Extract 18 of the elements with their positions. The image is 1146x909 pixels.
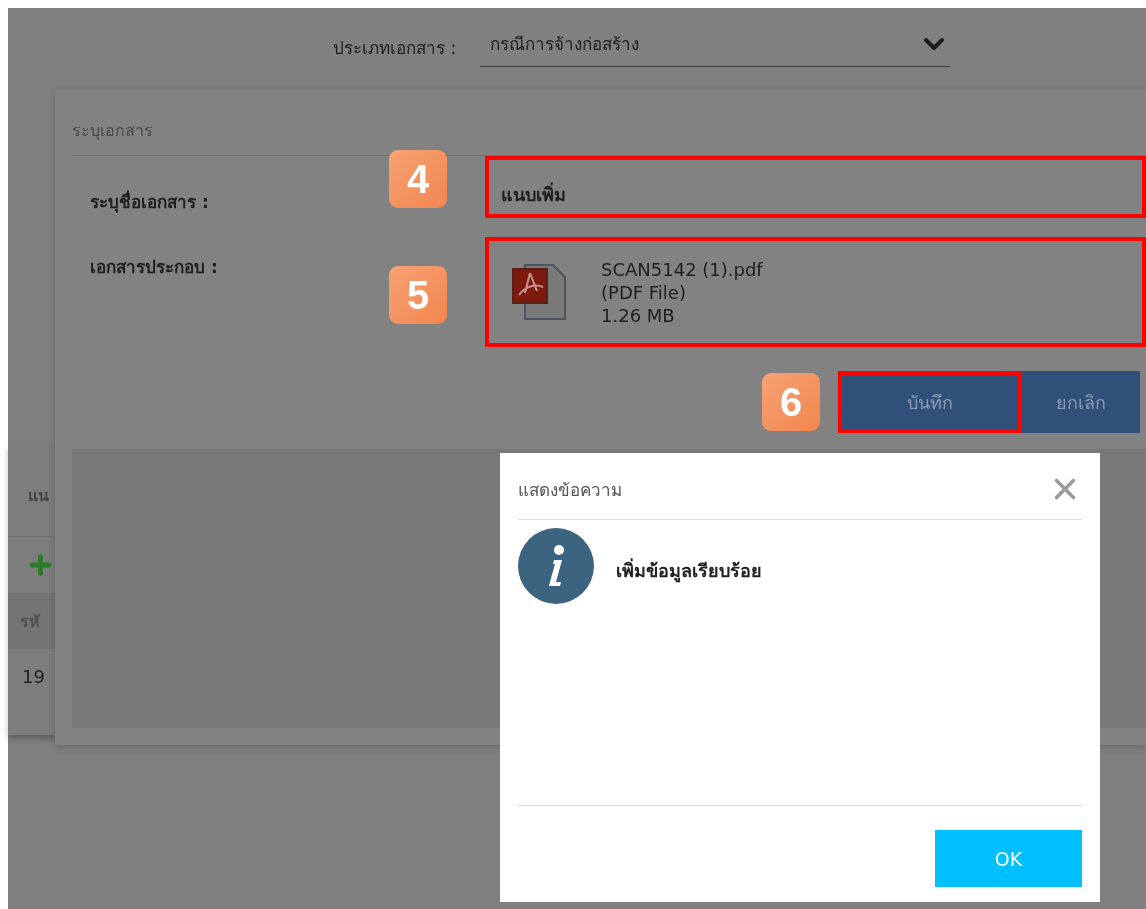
file-size: 1.26 MB — [601, 304, 676, 326]
field-label: เอกสารประกอบ : — [89, 256, 219, 279]
save-button[interactable]: บันทึก — [838, 371, 1022, 433]
document-type-label: ประเภทเอกสาร : — [333, 36, 457, 60]
pdf-file-icon — [511, 261, 567, 323]
step-badge: 5 — [389, 266, 447, 324]
file-name: SCAN5142 (1).pdf — [601, 258, 763, 280]
step-badge: 6 — [762, 373, 820, 431]
cancel-button[interactable]: ยกเลิก — [1022, 371, 1140, 433]
table-cell-text: 19 — [21, 665, 46, 689]
document-type-select[interactable]: กรณีการจ้างก่อสร้าง — [480, 27, 951, 67]
field-label: ระบุชื่อเอกสาร : — [89, 189, 210, 215]
file-type: (PDF File) — [601, 281, 687, 303]
ok-button[interactable]: OK — [935, 830, 1082, 887]
message-text: เพิ่มข้อมูลเรียบร้อย — [616, 557, 762, 585]
dialog-title: แสดงข้อความ — [518, 478, 622, 502]
document-name-field[interactable]: แนบเพิ่ม — [485, 156, 1146, 218]
step-badge: 4 — [389, 150, 447, 208]
